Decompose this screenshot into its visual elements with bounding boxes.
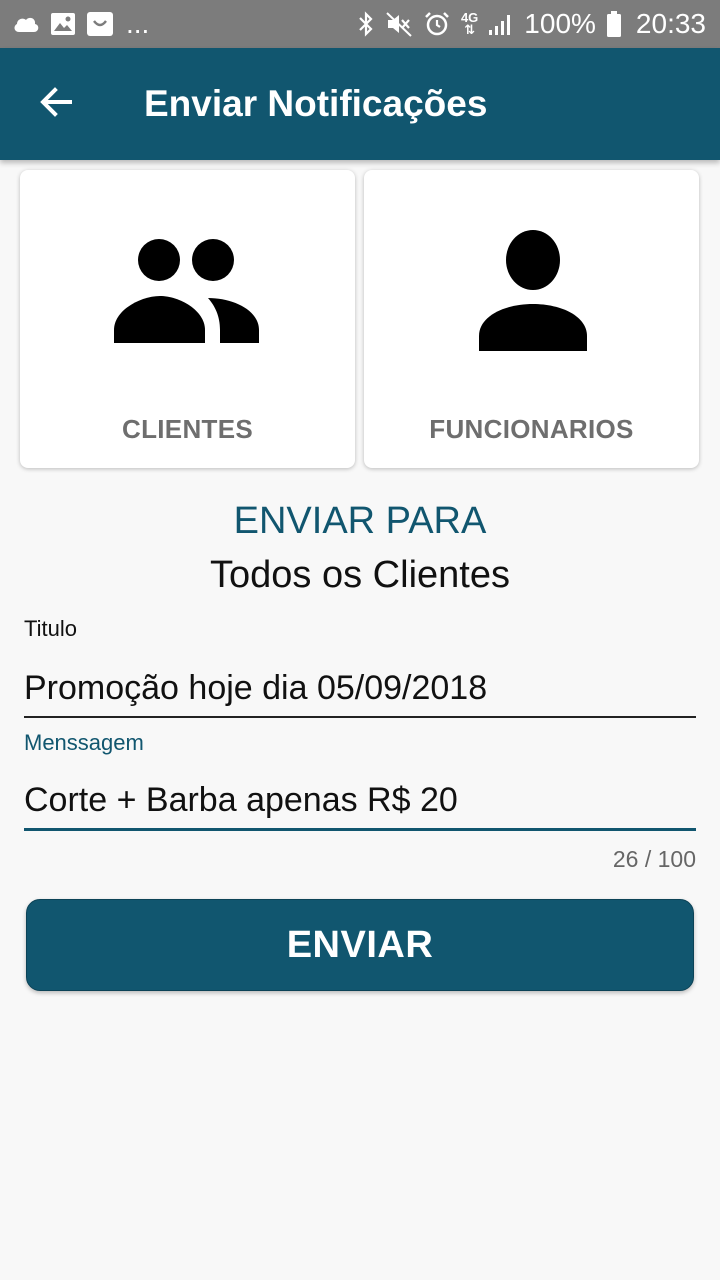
status-bar: ... 4G ⇅ 100% 20:33 [0,0,720,48]
back-button[interactable] [28,76,84,132]
cloud-icon [12,14,40,34]
arrow-back-icon [38,84,74,125]
message-label: Menssagem [24,730,144,755]
battery-icon [606,10,622,38]
send-to-value: Todos os Clientes [210,554,510,596]
network-4g-icon: 4G ⇅ [460,10,479,37]
status-time: 20:33 [635,8,706,39]
status-bar-right: 4G ⇅ 100% 20:33 [357,8,706,40]
group-icon [20,220,355,350]
page-title: Enviar Notificações [144,83,488,124]
battery-percent: 100% [524,8,596,39]
funcionarios-label: FUNCIONARIOS [429,414,634,444]
alarm-icon [423,10,451,38]
gallery-icon [50,12,76,36]
send-button[interactable]: ENVIAR [26,899,694,991]
signal-icon [488,12,514,36]
mute-icon [385,10,413,38]
clientes-card[interactable]: CLIENTES [20,170,355,468]
status-overflow: ... [126,8,150,39]
character-counter: 26 / 100 [612,846,696,872]
title-label: Titulo [24,616,77,641]
clientes-label: CLIENTES [122,414,253,444]
funcionarios-card[interactable]: FUNCIONARIOS [364,170,699,468]
message-input[interactable] [24,772,696,831]
title-input[interactable] [24,660,696,718]
send-to-heading: ENVIAR PARA [233,500,487,542]
status-bar-left: ... [12,10,149,38]
person-icon [364,220,699,352]
bluetooth-icon [357,10,375,38]
app-bar: Enviar Notificações [0,48,720,160]
app-icon [86,11,114,37]
